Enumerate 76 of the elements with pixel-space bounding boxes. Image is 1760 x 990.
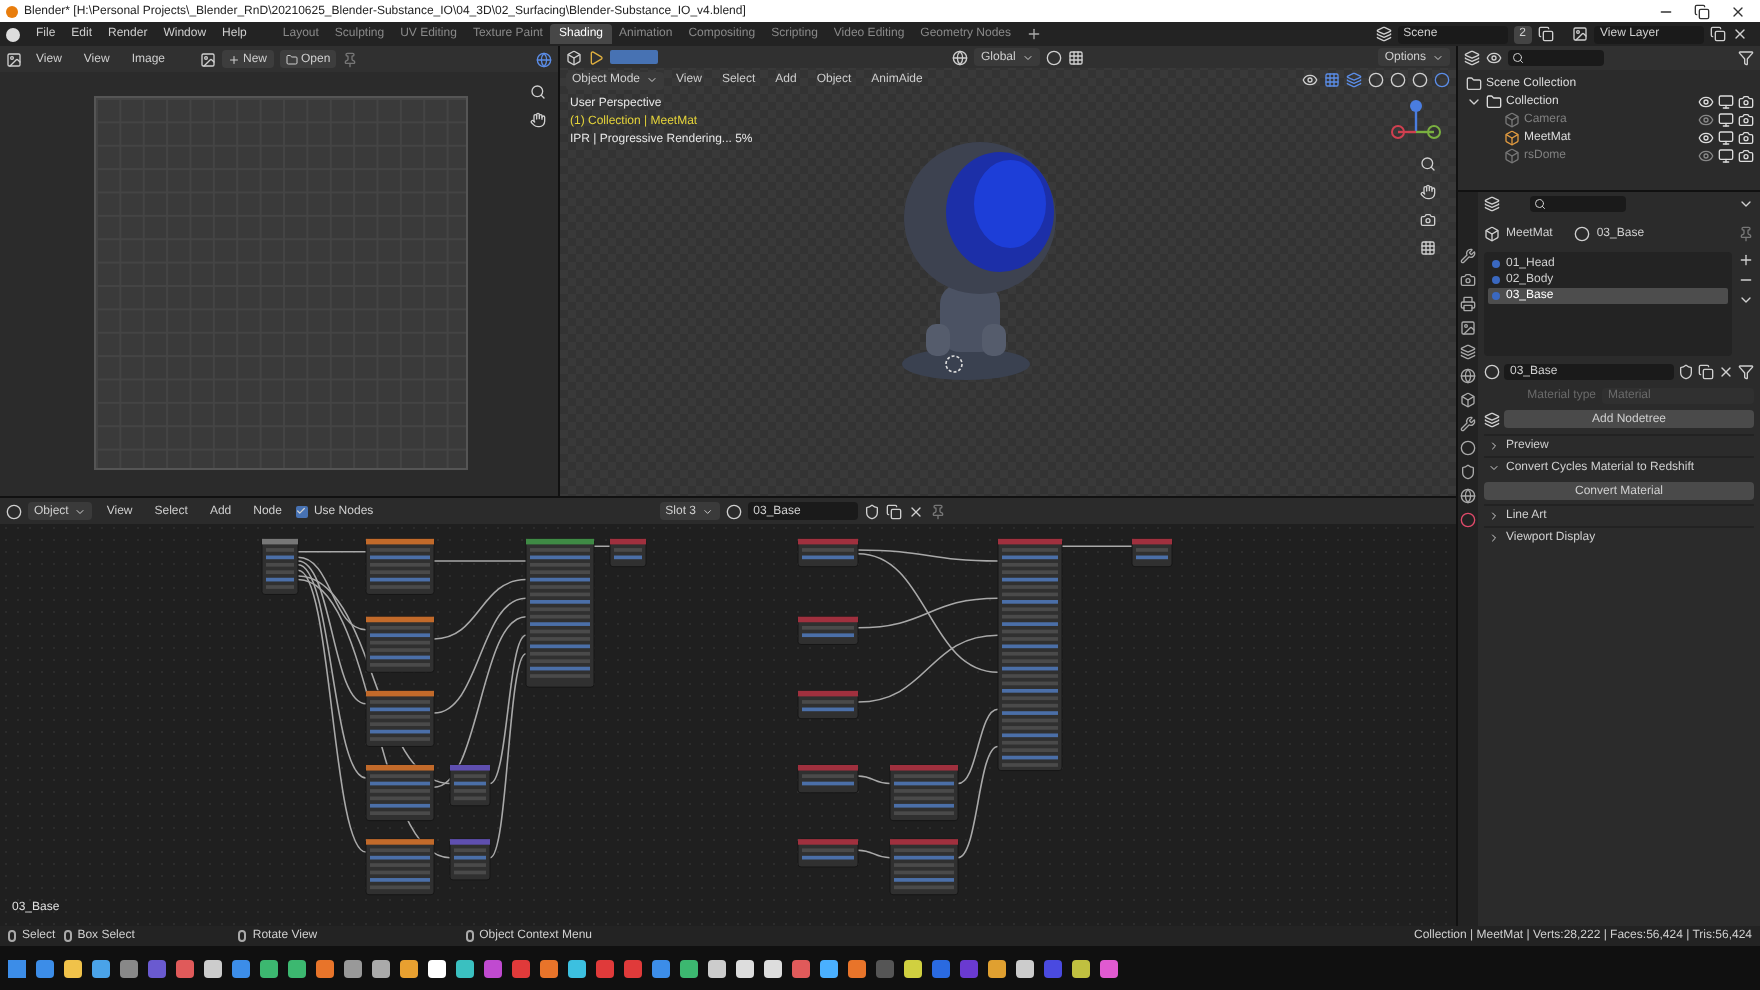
circle-icon[interactable] [1460,440,1476,456]
caret-icon [1021,51,1034,63]
fake-user-icon[interactable] [863,503,880,519]
material-icon [1574,226,1591,242]
editor-type-icon[interactable] [1484,196,1500,212]
plus-icon [227,53,239,65]
add-icon[interactable] [1738,252,1754,268]
grid-icon[interactable] [1420,240,1436,256]
nodetree-icon [1484,411,1500,427]
close-icon[interactable] [907,503,924,519]
dropdown-icon[interactable] [1738,196,1754,212]
zoom-icon[interactable] [530,84,546,100]
layers-icon[interactable] [1460,344,1476,360]
search-icon [1534,198,1546,210]
copy-icon[interactable] [1698,364,1714,380]
orientation-icon[interactable] [952,49,969,65]
editor-type-icon[interactable] [1464,50,1480,66]
editor-type-icon[interactable] [566,49,582,65]
add-workspace-icon[interactable] [1025,26,1042,42]
material-icon[interactable] [1460,512,1476,528]
pin-icon[interactable] [1738,226,1754,242]
windows-start-icon[interactable] [8,959,26,977]
outliner-search-field[interactable] [1508,50,1604,66]
shield-icon[interactable] [1460,464,1476,480]
material-browse-icon[interactable] [1484,364,1500,380]
image-icon[interactable] [1460,320,1476,336]
zoom-icon[interactable] [1420,156,1436,172]
checkmark-icon [296,506,307,516]
overlay-icon[interactable] [536,51,552,67]
collection-icon [1486,93,1502,109]
collection-icon [1466,75,1482,91]
editor-type-icon[interactable] [6,503,22,519]
sphere-icon[interactable] [1460,488,1476,504]
object-icon[interactable] [1460,392,1476,408]
monitor-icon[interactable] [1718,93,1734,109]
wrench-icon[interactable] [1460,416,1476,432]
monitor-icon[interactable] [1718,147,1734,163]
visibility-icon[interactable] [1302,72,1318,88]
hand-icon[interactable] [530,112,546,128]
copy-icon[interactable] [885,503,902,519]
copy-icon[interactable] [1710,26,1726,42]
render-icon[interactable] [1460,272,1476,288]
search-icon [1512,52,1524,64]
copy-icon[interactable] [1538,26,1554,42]
use-nodes-checkbox[interactable] [295,505,308,517]
overlay-icon[interactable] [1346,72,1362,88]
display-mode-icon[interactable] [1486,50,1502,66]
monitor-icon[interactable] [1718,111,1734,127]
snap-icon[interactable] [1067,49,1084,65]
caret-icon [646,74,659,86]
scene-icon[interactable] [1375,26,1392,42]
output-icon[interactable] [1460,296,1476,312]
monitor-icon[interactable] [1718,129,1734,145]
restore-icon[interactable] [1694,3,1710,19]
folder-icon [285,53,298,65]
close-icon[interactable] [1730,3,1746,19]
fake-user-icon[interactable] [1678,364,1694,380]
filter-icon[interactable] [1738,364,1754,380]
object-icon [1484,226,1500,242]
play-icon[interactable] [588,49,604,65]
properties-search-field[interactable] [1530,196,1626,212]
gizmo-toggle-icon[interactable] [1324,72,1340,88]
pin-icon[interactable] [342,51,359,67]
camera-icon[interactable] [1420,212,1436,228]
caret-icon [702,505,714,517]
dropdown-icon[interactable] [1738,292,1754,308]
caret-icon [1432,51,1444,63]
filter-icon[interactable] [1738,50,1754,66]
view-layer-icon[interactable] [1572,26,1588,42]
hand-icon[interactable] [1420,184,1436,200]
world-icon[interactable] [1460,368,1476,384]
image-browse-icon[interactable] [199,51,215,67]
tool-icon[interactable] [1460,248,1476,264]
caret-icon [74,505,87,517]
material-browse-icon[interactable] [725,503,742,519]
editor-type-icon[interactable] [6,51,22,67]
